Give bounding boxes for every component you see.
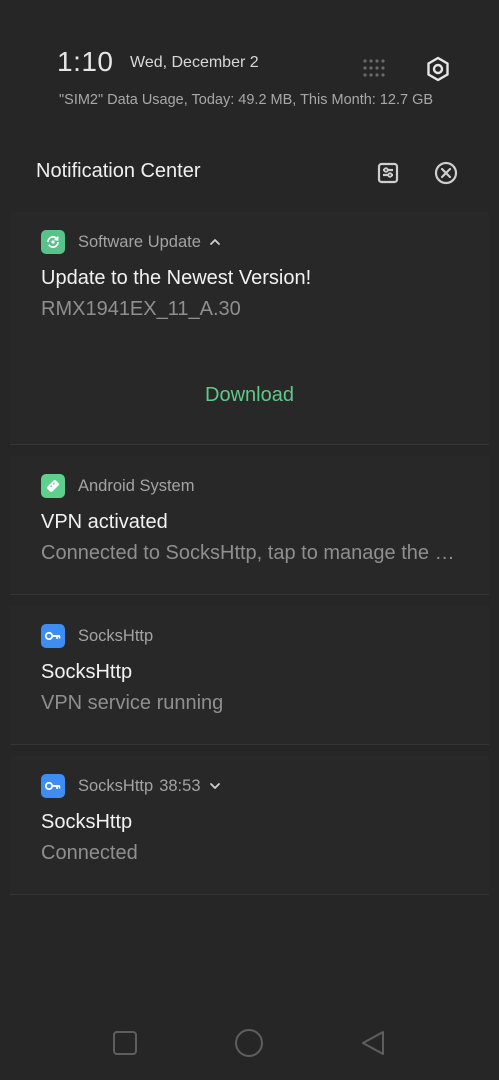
notification-sockshttp-connected[interactable]: SocksHttp 38:53 SocksHttp Connected (10, 756, 489, 895)
date[interactable]: Wed, December 2 (130, 54, 259, 72)
notification-title: SocksHttp (41, 811, 133, 833)
notification-app-name: SocksHttp (78, 626, 154, 645)
notification-software-update[interactable]: Software Update Update to the Newest Ver… (10, 212, 489, 445)
notification-time: 38:53 (159, 776, 201, 795)
notification-title: VPN activated (41, 511, 168, 533)
software-update-icon (41, 230, 65, 254)
notification-app-row: SocksHttp 38:53 (41, 774, 221, 798)
notification-app-name: Software Update (78, 232, 201, 251)
key-icon (41, 624, 65, 648)
notification-app-row: Software Update (41, 230, 221, 254)
settings-gear-icon[interactable] (425, 56, 451, 82)
notification-text: VPN service running (41, 692, 224, 714)
chevron-up-icon[interactable] (209, 236, 221, 248)
notification-app-name: SocksHttp (78, 776, 154, 795)
manage-notifications-icon[interactable] (375, 160, 401, 186)
key-icon (41, 774, 65, 798)
notification-text: RMX1941EX_11_A.30 (41, 298, 241, 320)
notification-app-row: Android System (41, 474, 194, 498)
notification-sockshttp-service[interactable]: SocksHttp SocksHttp VPN service running (10, 606, 489, 745)
notification-app-row: SocksHttp (41, 624, 153, 648)
back-icon[interactable] (358, 1028, 388, 1058)
notification-title: SocksHttp (41, 661, 133, 683)
clock[interactable]: 1:10 (57, 46, 114, 78)
recents-icon[interactable] (110, 1028, 140, 1058)
notification-vpn-activated[interactable]: Android System VPN activated Connected t… (10, 456, 489, 595)
clear-all-icon[interactable] (433, 160, 459, 186)
download-button[interactable]: Download (10, 384, 489, 407)
home-icon[interactable] (234, 1028, 264, 1058)
notification-shade: 1:10 Wed, December 2 "SIM2" Data Usage, … (0, 0, 499, 1080)
grid-icon[interactable] (362, 58, 386, 78)
notification-title: Update to the Newest Version! (41, 267, 312, 289)
notification-text: Connected (41, 842, 138, 864)
data-usage-text[interactable]: "SIM2" Data Usage, Today: 49.2 MB, This … (59, 92, 433, 108)
android-system-icon (41, 474, 65, 498)
notification-text: Connected to SocksHttp, tap to manage th… (41, 542, 461, 564)
chevron-down-icon[interactable] (209, 780, 221, 792)
notification-app-name: Android System (78, 476, 195, 495)
notification-center-title: Notification Center (36, 160, 201, 182)
